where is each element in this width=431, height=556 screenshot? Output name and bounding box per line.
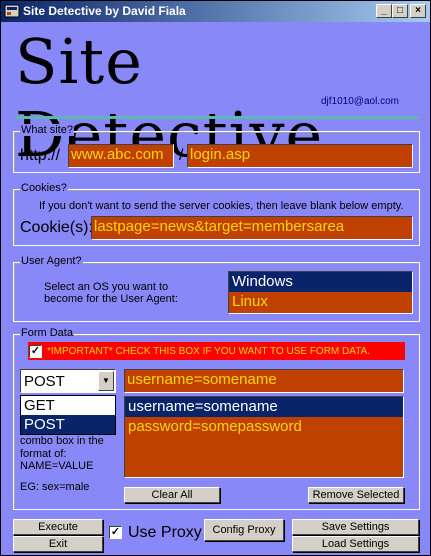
path-separator-label: / (179, 147, 184, 164)
exit-button[interactable]: Exit (13, 536, 103, 552)
method-combo[interactable]: POST ▼ (20, 369, 116, 393)
host-input[interactable]: www.abc.com (68, 144, 174, 168)
form-example: EG: sex=male (20, 481, 90, 493)
cookies-legend: Cookies? (20, 182, 68, 194)
app-icon (4, 4, 20, 18)
user-agent-hint-2: become for the User Agent: (44, 293, 178, 305)
cookies-label: Cookie(s): (20, 219, 93, 236)
checkmark-icon: ✓ (110, 526, 121, 538)
method-value: POST (24, 373, 65, 390)
config-proxy-button[interactable]: Config Proxy (204, 519, 284, 541)
method-option-get[interactable]: GET (21, 396, 115, 415)
os-listbox[interactable]: Windows Linux (228, 271, 413, 314)
minimize-icon: _ (381, 5, 387, 16)
header-divider (15, 116, 419, 119)
load-settings-button[interactable]: Load Settings (292, 536, 419, 552)
form-entry-2[interactable]: password=somepassword (125, 417, 403, 437)
method-dropdown-button[interactable]: ▼ (98, 371, 114, 391)
use-proxy-label: Use Proxy (128, 524, 202, 541)
remove-selected-button[interactable]: Remove Selected (308, 487, 404, 503)
form-data-listbox[interactable]: username=somename password=somepassword (124, 396, 404, 478)
os-option-linux[interactable]: Linux (229, 292, 412, 312)
use-form-data-checkbox[interactable]: ✓ (29, 345, 42, 358)
app-window: Site Detective by David Fiala _ □ × Site… (0, 0, 431, 556)
close-icon: × (415, 5, 421, 16)
form-entry-1[interactable]: username=somename (125, 397, 403, 417)
save-settings-button[interactable]: Save Settings (292, 519, 419, 535)
title-bar[interactable]: Site Detective by David Fiala _ □ × (1, 1, 430, 22)
user-agent-legend: User Agent? (20, 255, 83, 267)
execute-button[interactable]: Execute (13, 519, 103, 535)
http-prefix-label: http:// (20, 147, 61, 164)
os-option-windows[interactable]: Windows (229, 272, 412, 292)
window-title: Site Detective by David Fiala (23, 4, 186, 18)
minimize-button[interactable]: _ (376, 4, 392, 18)
clear-all-button[interactable]: Clear All (124, 487, 220, 503)
author-email: djf1010@aol.com (321, 96, 399, 107)
form-help-line-1: combo box in the (20, 435, 104, 447)
maximize-button[interactable]: □ (392, 4, 408, 18)
form-help-line-3: NAME=VALUE (20, 460, 94, 472)
use-proxy-checkbox[interactable]: ✓ (109, 526, 122, 539)
what-site-legend: What site? (20, 124, 74, 136)
path-input[interactable]: login.asp (187, 144, 413, 168)
chevron-down-icon: ▼ (102, 376, 110, 385)
close-button[interactable]: × (410, 4, 426, 18)
cookies-hint: If you don't want to send the server coo… (39, 200, 404, 212)
important-text: *IMPORTANT* CHECK THIS BOX IF YOU WANT T… (47, 346, 371, 357)
checkmark-icon: ✓ (30, 345, 41, 357)
method-option-post[interactable]: POST (21, 415, 115, 434)
form-data-legend: Form Data (20, 327, 74, 339)
method-dropdown-list[interactable]: GET POST (20, 395, 116, 435)
form-data-input[interactable]: username=somename (124, 369, 404, 393)
form-help-line-2: format of: (20, 448, 67, 460)
cookies-input[interactable]: lastpage=news&target=membersarea (91, 216, 413, 240)
user-agent-hint-1: Select an OS you want to (44, 281, 169, 293)
maximize-icon: □ (396, 5, 404, 16)
